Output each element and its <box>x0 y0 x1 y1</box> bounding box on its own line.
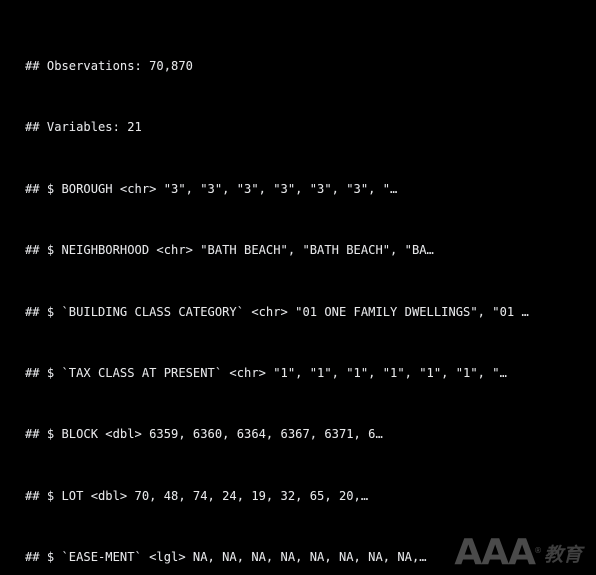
console-line: ## $ `TAX CLASS AT PRESENT` <chr> "1", "… <box>25 365 507 380</box>
console-line: ## $ NEIGHBORHOOD <chr> "BATH BEACH", "B… <box>25 243 434 258</box>
console-line: ## $ LOT <dbl> 70, 48, 74, 24, 19, 32, 6… <box>25 488 369 503</box>
console-line-list: ## Observations: 70,870 ## Variables: 21… <box>25 17 596 575</box>
console-line: ## $ BLOCK <dbl> 6359, 6360, 6364, 6367,… <box>25 427 383 442</box>
console-line: ## $ `EASE-MENT` <lgl> NA, NA, NA, NA, N… <box>25 550 427 565</box>
console-line: ## $ BOROUGH <chr> "3", "3", "3", "3", "… <box>25 181 398 196</box>
console-line: ## $ `BUILDING CLASS CATEGORY` <chr> "01… <box>25 304 529 319</box>
r-console-output: ## Observations: 70,870 ## Variables: 21… <box>0 0 596 575</box>
console-line: ## Observations: 70,870 <box>25 59 193 73</box>
console-line: ## Variables: 21 <box>25 120 142 135</box>
